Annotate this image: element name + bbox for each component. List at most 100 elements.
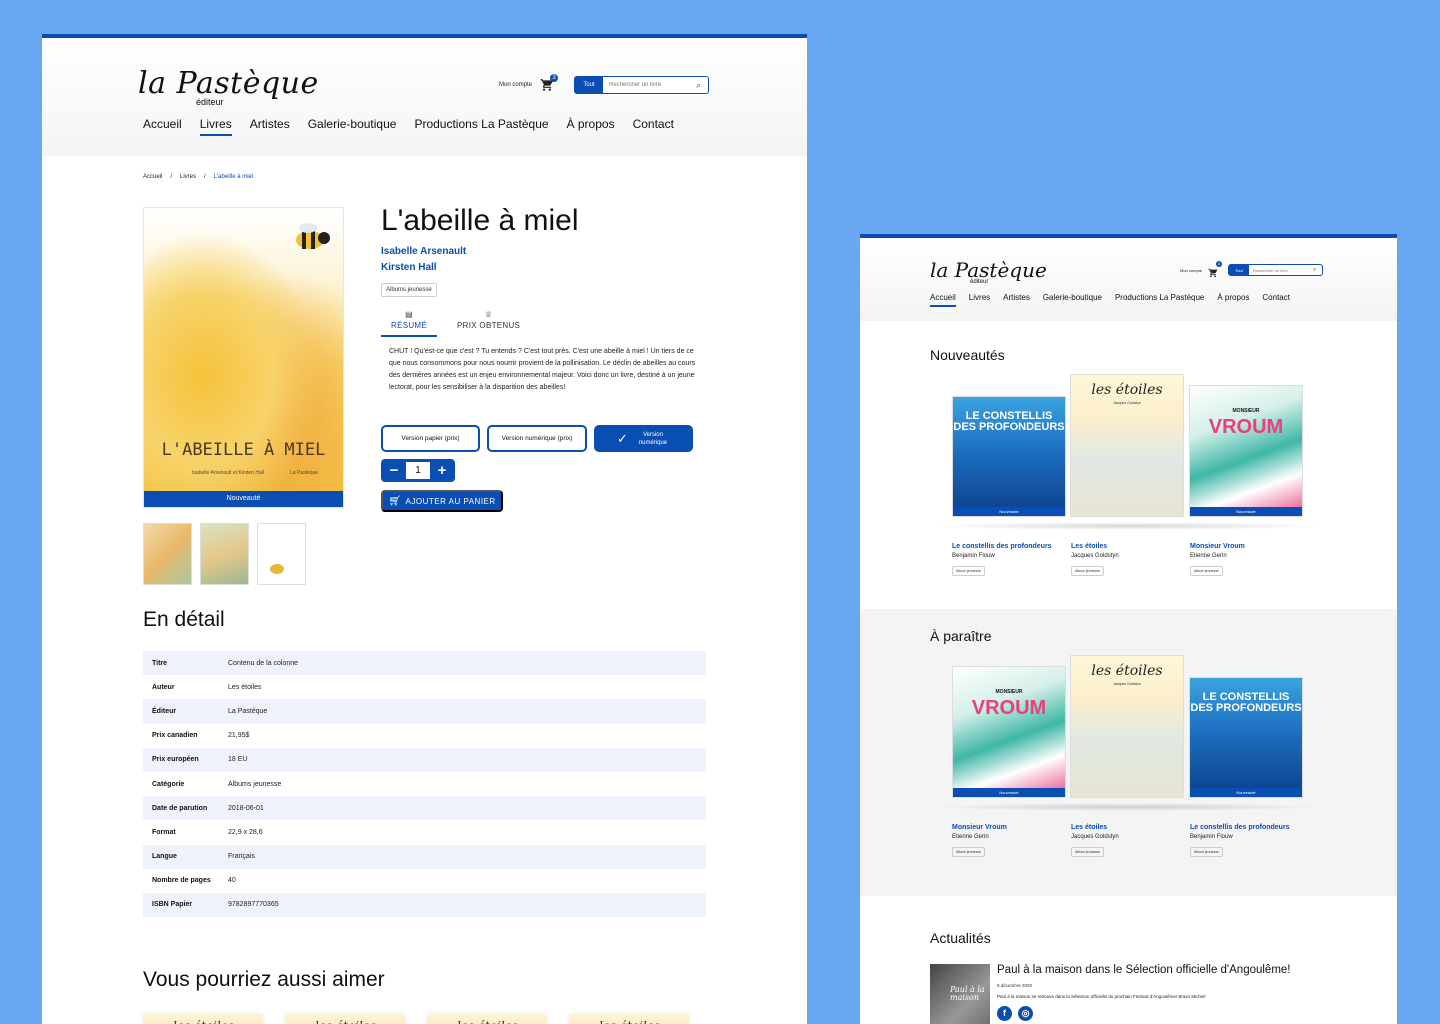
table-row: Prix européen 18 EU (143, 747, 706, 772)
search-bar: Tout ⌕ (574, 76, 710, 94)
search-icon[interactable]: ⌕ (696, 80, 708, 91)
new-ribbon: Nouveauté (1190, 507, 1302, 516)
home-page-mockup: la Pastèque éditeur Mon compte 3 Tout ⌕ … (860, 234, 1397, 1024)
thumbnail-2[interactable] (200, 523, 249, 585)
similar-heading: Vous pourriez aussi aimer (143, 968, 385, 991)
cover-title: les étoiles (1091, 663, 1163, 679)
category-tag[interactable]: Album jeunesse (952, 566, 985, 576)
book-author[interactable]: Benjamin Flouw (952, 553, 1052, 559)
main-nav: Accueil Livres Artistes Galerie-boutique… (143, 117, 674, 136)
news-image[interactable]: Paul à la maison (930, 964, 990, 1024)
cover-author: Jacques Goldstyn (1113, 401, 1141, 405)
nav-a-propos[interactable]: À propos (1217, 293, 1249, 307)
row-label: Prix canadien (152, 732, 198, 740)
news-item[interactable]: Paul à la maison Paul à la maison dans l… (930, 964, 1330, 1024)
category-tag[interactable]: Album jeunesse (1190, 847, 1223, 857)
book-summary: CHUT ! Qu'est-ce que c'est ? Tu entends … (389, 348, 696, 391)
table-row: Éditeur La Pastèque (143, 699, 706, 724)
category-tag[interactable]: Album jeunesse (952, 847, 985, 857)
book-cover[interactable]: les étoiles Jacques Goldstyn (1070, 655, 1184, 798)
similar-book-card[interactable] (285, 1014, 405, 1024)
category-tag[interactable]: Album jeunesse (1190, 566, 1223, 576)
tab-prix-obtenus[interactable]: ♕ PRIX OBTENUS (447, 310, 530, 337)
paper-version-button[interactable]: Version papier (prix) (381, 425, 480, 452)
search-input[interactable] (603, 82, 697, 88)
increment-button[interactable]: + (432, 462, 452, 479)
decrement-button[interactable]: − (384, 462, 404, 479)
site-header: la Pastèque éditeur Mon compte 3 Tout ⌕ … (860, 238, 1397, 321)
account-link[interactable]: Mon compte (499, 82, 532, 88)
book-author[interactable]: Etienne Gerin (1190, 553, 1290, 559)
nav-a-propos[interactable]: À propos (567, 117, 615, 136)
nav-productions[interactable]: Productions La Pastèque (1115, 293, 1204, 307)
book-info: Monsieur Vroum Etienne Gerin Album jeuness… (1190, 542, 1290, 577)
category-tag[interactable]: Album jeunesse (1071, 847, 1104, 857)
book-title-link[interactable]: Monsieur Vroum (952, 823, 1052, 832)
site-logo[interactable]: la Pastèque éditeur (138, 66, 319, 107)
site-header: la Pastèque éditeur Mon compte 3 Tout ⌕ … (42, 38, 807, 156)
author-link[interactable]: Kirsten Hall (381, 262, 437, 273)
nav-artistes[interactable]: Artistes (250, 117, 290, 136)
cover-title: LE CONSTELLIS DES PROFONDEURS (953, 410, 1065, 433)
nav-contact[interactable]: Contact (633, 117, 674, 136)
book-title-link[interactable]: Monsieur Vroum (1190, 542, 1290, 551)
breadcrumb-accueil[interactable]: Accueil (143, 174, 162, 180)
new-ribbon: Nouveauté (953, 788, 1065, 797)
book-cover[interactable]: LE CONSTELLIS DES PROFONDEURS Nouveauté (1189, 677, 1303, 798)
search-scope-select[interactable]: Tout (1229, 265, 1250, 275)
digital-version-button[interactable]: Version numérique (prix) (487, 425, 587, 452)
tab-resume[interactable]: ▤ RÉSUMÉ (381, 310, 438, 337)
nav-galerie-boutique[interactable]: Galerie-boutique (308, 117, 397, 136)
digital-version-selected-button[interactable]: ✓ Version numérique (594, 425, 693, 452)
book-title-link[interactable]: Les étoiles (1071, 542, 1171, 551)
book-author[interactable]: Etienne Gerin (952, 834, 1052, 840)
book-cover[interactable]: MONSIEUR VROUM Nouveauté (952, 666, 1066, 798)
book-title-link[interactable]: Le constellis des profondeurs (1190, 823, 1290, 832)
search-input[interactable] (1249, 267, 1314, 273)
cover-thumbnails (143, 523, 306, 585)
author-link[interactable]: Isabelle Arsenault (381, 246, 466, 257)
nav-accueil[interactable]: Accueil (930, 293, 956, 307)
search-scope-select[interactable]: Tout (575, 77, 604, 93)
facebook-icon[interactable]: f (997, 1006, 1012, 1021)
instagram-icon[interactable]: ◎ (1018, 1006, 1033, 1021)
table-row: Format 22,9 x 28,6 (143, 820, 706, 844)
row-label: Catégorie (152, 780, 185, 788)
account-link[interactable]: Mon compte (1180, 268, 1202, 273)
quantity-value[interactable]: 1 (406, 462, 430, 479)
thumbnail-3[interactable] (257, 523, 306, 585)
nav-galerie-boutique[interactable]: Galerie-boutique (1043, 293, 1102, 307)
nav-contact[interactable]: Contact (1262, 293, 1290, 307)
section-heading: Actualités (930, 930, 991, 946)
similar-book-card[interactable] (143, 1014, 263, 1024)
news-title[interactable]: Paul à la maison dans le Sélection offic… (997, 964, 1291, 976)
nav-artistes[interactable]: Artistes (1003, 293, 1030, 307)
book-title-link[interactable]: Les étoiles (1071, 823, 1171, 832)
book-cover[interactable]: L'ABEILLE À MIEL Isabelle Arsenault et K… (143, 207, 344, 508)
nav-livres[interactable]: Livres (969, 293, 990, 307)
nav-productions[interactable]: Productions La Pastèque (414, 117, 548, 136)
book-cover[interactable]: LE CONSTELLIS DES PROFONDEURS Nouveauté (952, 396, 1066, 517)
category-tag[interactable]: Album jeunesse (1071, 566, 1104, 576)
row-label: Auteur (152, 683, 175, 691)
cart-icon[interactable]: 3 (1208, 261, 1223, 278)
book-cover[interactable]: les étoiles Jacques Goldstyn (1070, 374, 1184, 517)
cart-count-badge: 3 (550, 74, 559, 82)
cart-icon[interactable]: 3 (540, 74, 559, 92)
book-title-link[interactable]: Le constellis des profondeurs (952, 542, 1052, 551)
search-icon[interactable]: ⌕ (1313, 267, 1322, 274)
book-cover[interactable]: MONSIEUR VROUM Nouveauté (1189, 385, 1303, 517)
site-logo[interactable]: la Pastèque éditeur (930, 258, 1047, 285)
book-author[interactable]: Jacques Goldstyn (1071, 834, 1171, 840)
book-author[interactable]: Jacques Goldstyn (1071, 553, 1171, 559)
similar-book-card[interactable] (569, 1014, 689, 1024)
similar-book-card[interactable] (427, 1014, 547, 1024)
row-label: Éditeur (152, 707, 177, 715)
breadcrumb-livres[interactable]: Livres (180, 174, 196, 180)
book-author[interactable]: Benjamin Flouw (1190, 834, 1290, 840)
nav-accueil[interactable]: Accueil (143, 117, 182, 136)
nav-livres[interactable]: Livres (199, 117, 232, 136)
thumbnail-1[interactable] (143, 523, 192, 585)
category-tag[interactable]: Albums jeunesse (381, 283, 437, 297)
add-to-cart-button[interactable]: 🛒︎ AJOUTER AU PANIER (381, 490, 503, 512)
